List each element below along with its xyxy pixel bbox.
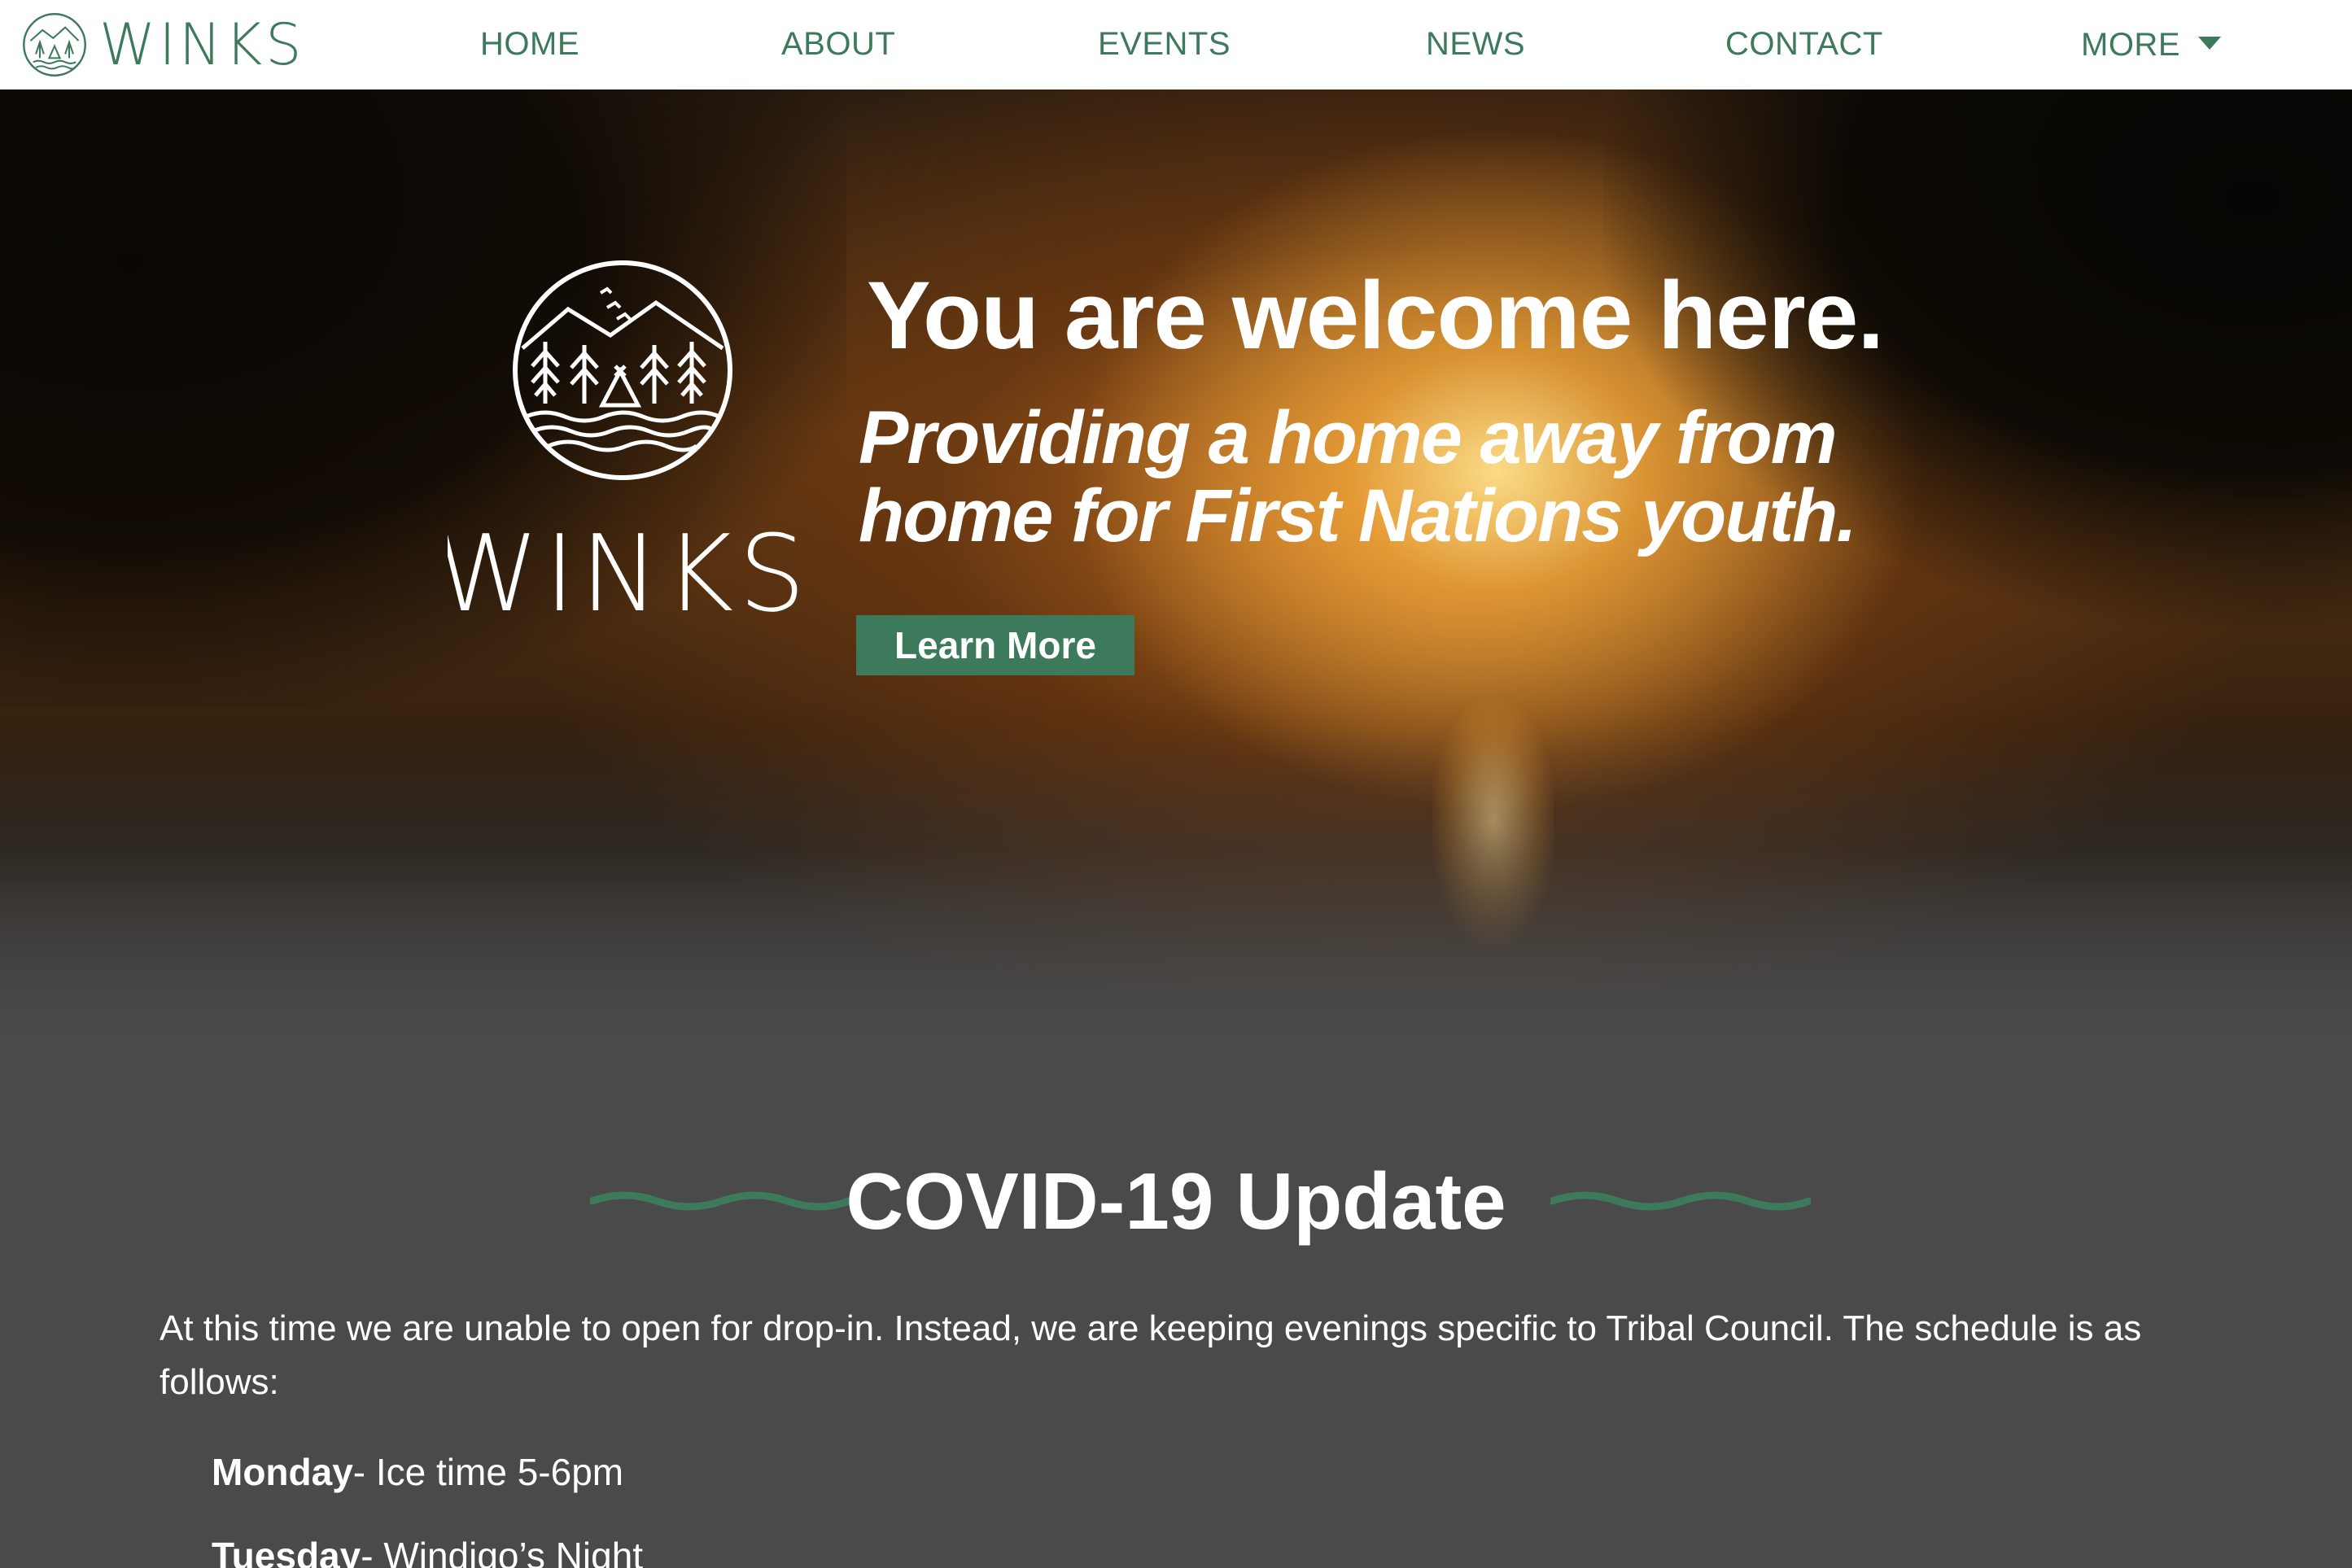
covid-header: COVID-19 Update — [0, 1139, 2352, 1253]
brand-link[interactable]: WINKS — [21, 10, 305, 80]
hero-logo-text: WINKS — [448, 512, 798, 618]
schedule-detail: - Ice time 5-6pm — [352, 1451, 624, 1493]
nav-about[interactable]: ABOUT — [781, 0, 895, 90]
nav-events[interactable]: EVENTS — [1098, 0, 1231, 90]
caret-down-icon — [2198, 37, 2221, 50]
schedule-item-monday: Monday- Ice time 5-6pm — [212, 1450, 623, 1494]
hero-banner — [0, 90, 2352, 1066]
nav-contact[interactable]: CONTACT — [1725, 0, 1883, 90]
covid-intro-text: At this time we are unable to open for d… — [160, 1308, 2142, 1402]
schedule-item-tuesday: Tuesday- Windigo’s Night — [212, 1534, 643, 1568]
wave-divider-right-icon — [1550, 1191, 1811, 1211]
nav-home[interactable]: HOME — [480, 0, 579, 90]
nav-more-dropdown[interactable]: MORE — [2081, 0, 2221, 90]
covid-title: COVID-19 Update — [846, 1156, 1506, 1246]
nav-news[interactable]: NEWS — [1426, 0, 1525, 90]
nav-more-label: MORE — [2081, 27, 2180, 63]
schedule-day: Tuesday — [212, 1535, 361, 1568]
brand-name: WINKS — [99, 11, 305, 78]
schedule-detail: - Windigo’s Night — [361, 1535, 644, 1568]
winks-hero-logo-icon: WINKS — [448, 260, 798, 618]
hero-title: You are welcome here. — [867, 262, 1884, 369]
hero-subtitle: Providing a home away from home for Firs… — [859, 399, 1917, 555]
learn-more-button[interactable]: Learn More — [856, 615, 1134, 675]
hero-subtitle-line2: home for First Nations youth. — [859, 474, 1857, 557]
winks-emblem-icon — [23, 13, 86, 76]
hero-subtitle-line1: Providing a home away from — [859, 396, 1838, 479]
top-navbar: WINKS HOME ABOUT EVENTS NEWS CONTACT MOR… — [0, 0, 2352, 90]
schedule-day: Monday — [212, 1451, 353, 1493]
hero-fade — [0, 724, 2352, 1066]
